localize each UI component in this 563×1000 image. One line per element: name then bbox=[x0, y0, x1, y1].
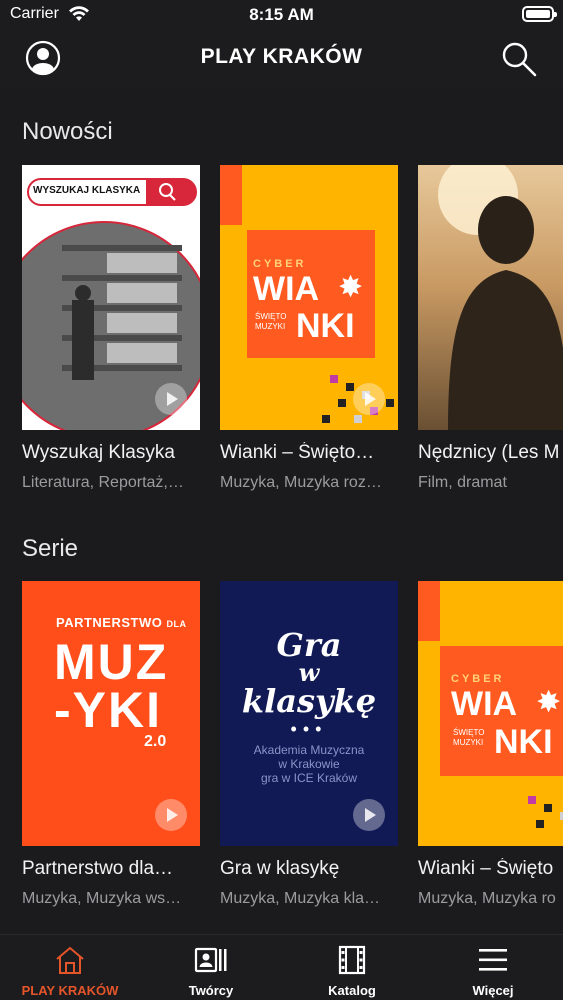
pixel-pattern bbox=[528, 796, 563, 828]
content-card[interactable]: CYBER WIA ✸ ŚWIĘTO MUZYKI NKI Wianki – Św… bbox=[220, 165, 398, 492]
sun-icon: ✸ bbox=[338, 271, 364, 304]
card-thumbnail: WYSZUKAJ KLASYKA bbox=[22, 165, 200, 430]
artwork-decoration bbox=[220, 165, 242, 225]
tab-play-krakow[interactable]: PLAY KRAKÓW bbox=[0, 935, 140, 1000]
section-title-serie: Serie bbox=[22, 535, 79, 562]
artwork-text: WIA bbox=[253, 270, 320, 308]
carousel-serie[interactable]: PARTNERSTWO DLA MUZ -YKI 2.0 Partnerstwo… bbox=[22, 581, 563, 921]
main-content: Nowości WYSZUKAJ KLASYKA Wyszukaj Klasyk… bbox=[0, 88, 563, 934]
content-card[interactable]: Nędznicy (Les M Film, dramat bbox=[418, 165, 563, 492]
battery-icon bbox=[522, 6, 557, 22]
card-subtitle: Film, dramat bbox=[418, 474, 507, 491]
artwork-text: CYBER bbox=[253, 258, 307, 270]
card-thumbnail bbox=[418, 165, 563, 430]
content-card[interactable]: CYBER WIA ✸ ŚWIĘTO MUZYKI NKI Wianki – Św… bbox=[418, 581, 563, 908]
clock: 8:15 AM bbox=[249, 5, 314, 24]
card-subtitle: Muzyka, Muzyka kla… bbox=[220, 890, 381, 907]
menu-icon bbox=[479, 949, 507, 971]
card-subtitle: Literatura, Reportaż,… bbox=[22, 474, 184, 491]
search-icon[interactable] bbox=[500, 40, 538, 78]
artwork-text: PARTNERSTWO DLA bbox=[56, 615, 187, 630]
card-title: Nędznicy (Les M bbox=[418, 442, 560, 463]
card-subtitle: Muzyka, Muzyka ws… bbox=[22, 890, 182, 907]
tab-label: Więcej bbox=[472, 983, 514, 998]
card-thumbnail: Gra w klasykę ••• Akademia Muzyczna w Kr… bbox=[220, 581, 398, 846]
artwork-subtitle: Akademia Muzyczna w Krakowie gra w ICE K… bbox=[253, 743, 365, 785]
tab-label: PLAY KRAKÓW bbox=[21, 983, 119, 998]
artwork-text: CYBER bbox=[451, 673, 505, 685]
card-title: Wianki – Święto… bbox=[220, 442, 375, 463]
artwork-text: WIA bbox=[451, 685, 518, 723]
artwork-decoration bbox=[418, 581, 440, 641]
play-icon[interactable] bbox=[154, 382, 188, 416]
tab-katalog[interactable]: Katalog bbox=[282, 935, 422, 1000]
section-title-nowosci: Nowości bbox=[22, 118, 113, 145]
sun-icon: ✸ bbox=[536, 686, 562, 719]
play-icon[interactable] bbox=[352, 798, 386, 832]
card-title: Wianki – Święto bbox=[418, 858, 554, 879]
play-icon[interactable] bbox=[352, 382, 386, 416]
content-card[interactable]: PARTNERSTWO DLA MUZ -YKI 2.0 Partnerstwo… bbox=[22, 581, 200, 908]
carousel-nowosci[interactable]: WYSZUKAJ KLASYKA Wyszukaj Klasyka Litera… bbox=[22, 165, 563, 505]
page-title: PLAY KRAKÓW bbox=[200, 45, 363, 68]
card-thumbnail: CYBER WIA ✸ ŚWIĘTO MUZYKI NKI bbox=[220, 165, 398, 430]
tab-tworcy[interactable]: Twórcy bbox=[141, 935, 281, 1000]
artwork-text: ŚWIĘTO MUZYKI bbox=[453, 728, 485, 747]
silhouette-artwork bbox=[438, 165, 563, 430]
tab-label: Katalog bbox=[328, 983, 376, 998]
status-bar: Carrier 8:15 AM bbox=[0, 0, 563, 30]
artwork-text: NKI bbox=[494, 723, 553, 761]
film-icon bbox=[338, 945, 366, 975]
artwork-text: NKI bbox=[296, 307, 355, 345]
content-card[interactable]: WYSZUKAJ KLASYKA Wyszukaj Klasyka Litera… bbox=[22, 165, 200, 492]
card-title: Partnerstwo dla… bbox=[22, 858, 174, 879]
artwork-text: 2.0 bbox=[144, 733, 167, 750]
creators-icon bbox=[194, 947, 227, 973]
tab-wiecej[interactable]: Więcej bbox=[423, 935, 563, 1000]
artwork-search-label: WYSZUKAJ KLASYKA bbox=[33, 185, 141, 196]
card-title: Wyszukaj Klasyka bbox=[22, 442, 175, 463]
card-thumbnail: PARTNERSTWO DLA MUZ -YKI 2.0 bbox=[22, 581, 200, 846]
home-icon bbox=[56, 946, 84, 974]
content-card[interactable]: Gra w klasykę ••• Akademia Muzyczna w Kr… bbox=[220, 581, 398, 908]
card-subtitle: Muzyka, Muzyka ro bbox=[418, 890, 556, 907]
card-thumbnail: CYBER WIA ✸ ŚWIĘTO MUZYKI NKI bbox=[418, 581, 563, 846]
tab-bar: PLAY KRAKÓW Twórcy Katalog Więcej bbox=[0, 934, 563, 1000]
navigation-bar: PLAY KRAKÓW bbox=[0, 30, 563, 87]
artwork-text: ŚWIĘTO MUZYKI bbox=[255, 312, 287, 331]
play-icon[interactable] bbox=[154, 798, 188, 832]
artwork-title: Gra w klasykę bbox=[241, 626, 377, 720]
dots-icon: ••• bbox=[290, 719, 328, 739]
card-subtitle: Muzyka, Muzyka roz… bbox=[220, 474, 382, 491]
tab-label: Twórcy bbox=[188, 983, 234, 998]
card-title: Gra w klasykę bbox=[220, 858, 340, 879]
artwork-text: -YKI bbox=[54, 682, 162, 738]
